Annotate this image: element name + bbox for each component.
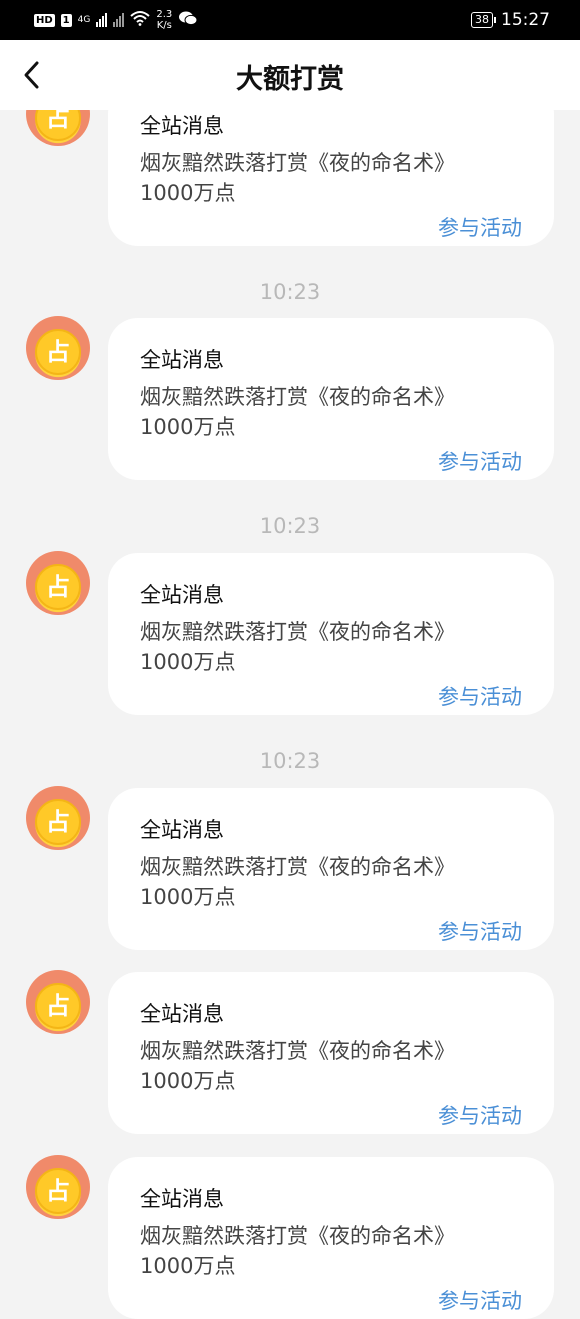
sim-badge: 1 bbox=[60, 13, 72, 27]
avatar[interactable]: 占 bbox=[26, 316, 90, 380]
status-right: 38 15:27 bbox=[471, 10, 550, 30]
page-title: 大额打赏 bbox=[236, 64, 344, 95]
signal-2-icon bbox=[113, 13, 125, 27]
avatar[interactable]: 占 bbox=[26, 551, 90, 615]
message-text: 烟灰黯然跌落打赏《夜的命名术》 1000万点 bbox=[140, 1224, 455, 1278]
message-title: 全站消息 bbox=[140, 114, 224, 138]
avatar[interactable]: 占 bbox=[26, 970, 90, 1034]
status-indicators: HD 1 4G 2.3 K/s bbox=[34, 9, 198, 31]
coin-icon: 占 bbox=[35, 329, 81, 375]
avatar[interactable]: 占 bbox=[26, 786, 90, 850]
message-text: 烟灰黯然跌落打赏《夜的命名术》 1000万点 bbox=[140, 1039, 455, 1093]
timestamp: 10:23 bbox=[259, 749, 321, 773]
message-text: 烟灰黯然跌落打赏《夜的命名术》 1000万点 bbox=[140, 620, 455, 674]
join-activity-link[interactable]: 参与活动 bbox=[438, 1285, 522, 1315]
hd-badge: HD bbox=[34, 13, 55, 27]
signal-icon bbox=[96, 13, 108, 27]
message-title: 全站消息 bbox=[140, 1187, 224, 1211]
battery-icon: 38 bbox=[471, 12, 496, 28]
nav-header: 大额打赏 bbox=[0, 40, 580, 110]
message-text: 烟灰黯然跌落打赏《夜的命名术》 1000万点 bbox=[140, 855, 455, 909]
coin-icon: 占 bbox=[35, 983, 81, 1029]
timestamp: 10:23 bbox=[259, 514, 321, 538]
message-title: 全站消息 bbox=[140, 1002, 224, 1026]
join-activity-link[interactable]: 参与活动 bbox=[438, 446, 522, 476]
network-type: 4G bbox=[77, 15, 91, 25]
message-bubble: 全站消息 烟灰黯然跌落打赏《夜的命名术》 1000万点 参与活动 bbox=[108, 318, 554, 480]
clock: 15:27 bbox=[501, 10, 550, 30]
message-bubble: 全站消息 烟灰黯然跌落打赏《夜的命名术》 1000万点 参与活动 bbox=[108, 788, 554, 950]
coin-icon: 占 bbox=[35, 564, 81, 610]
join-activity-link[interactable]: 参与活动 bbox=[438, 212, 522, 242]
message-title: 全站消息 bbox=[140, 583, 224, 607]
avatar[interactable]: 占 bbox=[26, 1155, 90, 1219]
message-feed[interactable]: 占 全站消息 烟灰黯然跌落打赏《夜的命名术》 1000万点 参与活动 10:23… bbox=[0, 0, 580, 1319]
message-bubble: 全站消息 烟灰黯然跌落打赏《夜的命名术》 1000万点 参与活动 bbox=[108, 1157, 554, 1319]
coin-icon: 占 bbox=[35, 1168, 81, 1214]
message-title: 全站消息 bbox=[140, 818, 224, 842]
message-bubble: 全站消息 烟灰黯然跌落打赏《夜的命名术》 1000万点 参与活动 bbox=[108, 972, 554, 1134]
status-bar: HD 1 4G 2.3 K/s 38 15:27 bbox=[0, 0, 580, 40]
message-text: 烟灰黯然跌落打赏《夜的命名术》 1000万点 bbox=[140, 385, 455, 439]
coin-icon: 占 bbox=[35, 799, 81, 845]
message-text: 烟灰黯然跌落打赏《夜的命名术》 1000万点 bbox=[140, 151, 455, 205]
wechat-icon bbox=[178, 10, 198, 30]
timestamp: 10:23 bbox=[259, 280, 321, 304]
join-activity-link[interactable]: 参与活动 bbox=[438, 916, 522, 946]
network-speed: 2.3 K/s bbox=[156, 9, 173, 31]
message-title: 全站消息 bbox=[140, 348, 224, 372]
wifi-icon bbox=[130, 10, 151, 30]
join-activity-link[interactable]: 参与活动 bbox=[438, 1100, 522, 1130]
message-bubble: 全站消息 烟灰黯然跌落打赏《夜的命名术》 1000万点 参与活动 bbox=[108, 553, 554, 715]
join-activity-link[interactable]: 参与活动 bbox=[438, 681, 522, 711]
